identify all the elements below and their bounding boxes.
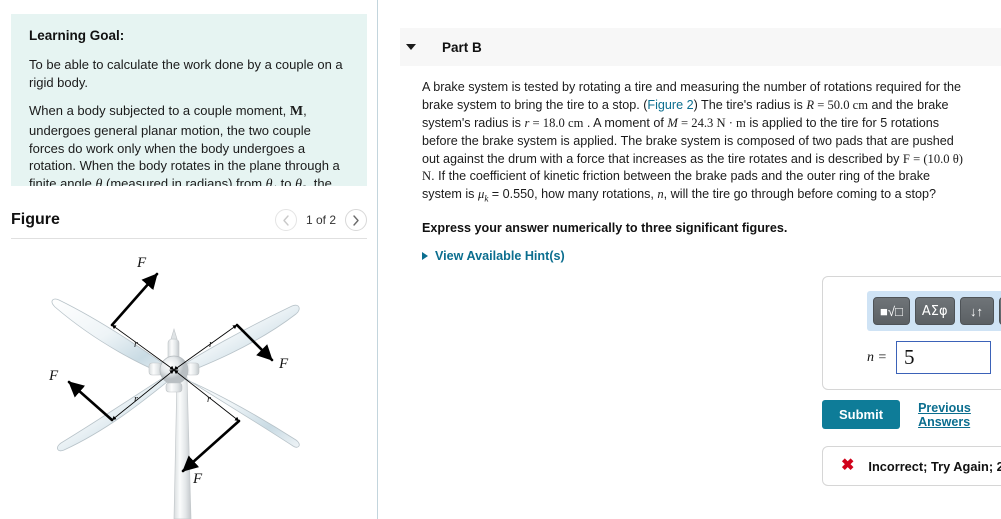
feedback-banner: ✖ Incorrect; Try Again; 2 attempts remai… [822,446,1001,486]
learning-goal-title: Learning Goal: [29,28,125,43]
var-R: R [806,97,815,112]
value-R: = 50.0 cm [814,97,869,112]
caret-down-icon [406,44,416,50]
left-column: Learning Goal: To be able to calculate t… [0,0,378,519]
part-collapse-toggle[interactable] [403,44,419,50]
figure-title: Figure [11,211,60,228]
view-hints-label: View Available Hint(s) [435,249,565,263]
figure-2-link[interactable]: Figure 2 [647,98,693,112]
answer-input[interactable]: 5 [895,341,991,374]
force-label-4: F [192,471,203,487]
force-label-2: F [278,356,289,372]
template-radical-button[interactable]: ■√□ [873,297,910,325]
learning-goal-paragraph-1: To be able to calculate the work done by… [29,57,343,90]
question-seg-7: , will the tire go through before coming… [663,187,936,202]
radius-label-3: r [134,394,138,405]
greek-symbols-button[interactable]: ΑΣφ [914,297,955,325]
x-mark-icon: ✖ [841,457,855,474]
var-M: M [667,115,678,130]
question-text: A brake system is tested by rotating a t… [422,79,970,206]
previous-answers-link[interactable]: Previous Answers [918,401,1001,429]
math-toolbar: ■√□ ΑΣφ ↓↑ vec [867,291,1001,331]
value-M: = 24.3 N · m [677,115,746,130]
submit-row: Submit Previous Answers [822,400,1001,429]
force-label-3: F [48,368,59,384]
figure-divider [11,238,367,239]
feedback-text: Incorrect; Try Again; 2 attempts remaini… [868,458,1001,474]
var-mu-k: μk [478,187,488,204]
theta-2-base: θ [295,176,303,186]
value-mu: = 0.550, how many rotations, [488,187,658,202]
learning-goal-panel: Learning Goal: To be able to calculate t… [11,14,367,186]
radius-label-1: r [134,339,138,350]
figure-navigation: 1 of 2 [274,209,367,231]
figure-header: Figure 1 of 2 [11,203,367,237]
theta-2-symbol: θ2 [295,177,306,186]
part-title: Part B [442,39,482,55]
answer-field-label: n = [867,349,887,365]
goal-text-c: (measured in radians) from [102,175,266,186]
figure-counter: 1 of 2 [305,213,336,227]
triangle-right-icon [422,252,428,260]
chevron-left-icon [283,214,289,226]
problem-page: Learning Goal: To be able to calculate t… [0,0,1001,519]
answer-instruction: Express your answer numerically to three… [422,221,788,235]
figure-next-button[interactable] [345,209,367,231]
force-label-1: F [136,255,147,271]
question-seg-4: . A moment of [583,115,668,130]
turbine-diagram: r r r r F F F F [11,243,367,519]
view-hints-link[interactable]: View Available Hint(s) [422,249,565,263]
subscript-superscript-button[interactable]: ↓↑ [959,297,994,325]
figure-prev-button[interactable] [274,209,297,231]
value-r: = 18.0 cm [529,115,584,130]
theta-1-symbol: θ1 [266,177,277,186]
radius-label-4: r [207,394,211,405]
goal-text-d: to [277,175,296,186]
question-seg-2: ) The tire's radius is [693,97,807,112]
right-column: Part B A brake system is tested by rotat… [378,0,1001,519]
figure-image[interactable]: r r r r F F F F [11,243,367,519]
answer-card: ■√□ ΑΣφ ↓↑ vec [822,276,1001,390]
answer-row: n = 5 [867,341,991,374]
part-header[interactable]: Part B [400,28,1001,66]
theta-1-base: θ [265,176,273,186]
goal-text-a: When a body subjected to a couple moment… [29,103,290,119]
learning-goal-paragraph-2: When a body subjected to a couple moment… [29,102,349,186]
radius-label-2: r [209,339,213,350]
chevron-right-icon [353,214,359,226]
moment-symbol: M [289,104,304,120]
submit-button[interactable]: Submit [822,400,901,429]
